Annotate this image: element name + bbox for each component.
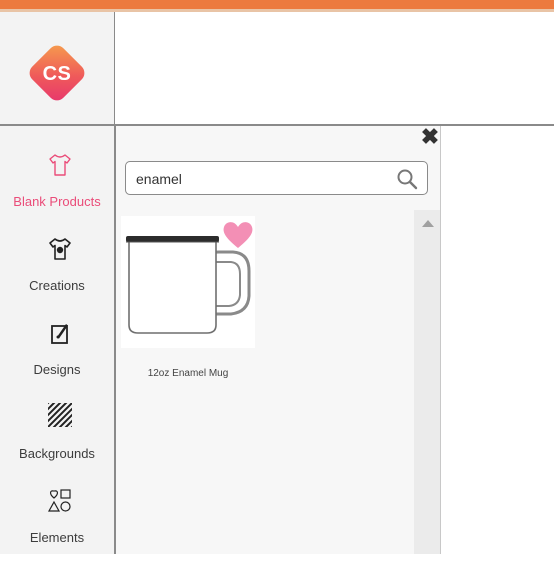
product-card[interactable]: 12oz Enamel Mug bbox=[121, 216, 255, 391]
shapes-icon bbox=[47, 489, 71, 512]
results-grid: 12oz Enamel Mug bbox=[121, 210, 411, 554]
logo-text: CS bbox=[42, 63, 72, 85]
top-accent-bar bbox=[0, 0, 554, 9]
brand-logo-area[interactable]: CS bbox=[0, 12, 115, 124]
sidebar-item-label: Backgrounds bbox=[19, 446, 95, 461]
sidebar-item-creations[interactable]: Creations bbox=[0, 230, 114, 310]
product-name: 12oz Enamel Mug bbox=[147, 368, 229, 379]
search-input[interactable] bbox=[134, 168, 388, 190]
results-scrollbar[interactable] bbox=[414, 210, 440, 554]
sidebar-item-backgrounds[interactable]: Backgrounds bbox=[0, 398, 114, 478]
tshirt-outline-icon bbox=[49, 154, 71, 176]
pattern-icon bbox=[48, 403, 72, 427]
sidebar-item-elements[interactable]: Elements bbox=[0, 482, 114, 562]
scroll-up-arrow-icon[interactable] bbox=[422, 220, 434, 227]
close-icon[interactable]: ✖ bbox=[420, 126, 440, 148]
sidebar-item-label: Designs bbox=[33, 362, 81, 377]
search-box bbox=[125, 161, 428, 195]
heart-icon[interactable] bbox=[221, 219, 255, 251]
sidebar: Blank Products Creations Designs Backgro… bbox=[0, 126, 116, 554]
sidebar-item-blank-products[interactable]: Blank Products bbox=[0, 146, 114, 226]
search-icon[interactable] bbox=[396, 168, 418, 190]
design-pen-icon bbox=[51, 324, 68, 344]
sidebar-item-label: Elements bbox=[29, 530, 85, 545]
sidebar-item-label: Blank Products bbox=[13, 194, 101, 209]
sidebar-item-designs[interactable]: Designs bbox=[0, 314, 114, 394]
tshirt-design-icon bbox=[49, 238, 71, 260]
sidebar-item-label: Creations bbox=[29, 278, 85, 293]
